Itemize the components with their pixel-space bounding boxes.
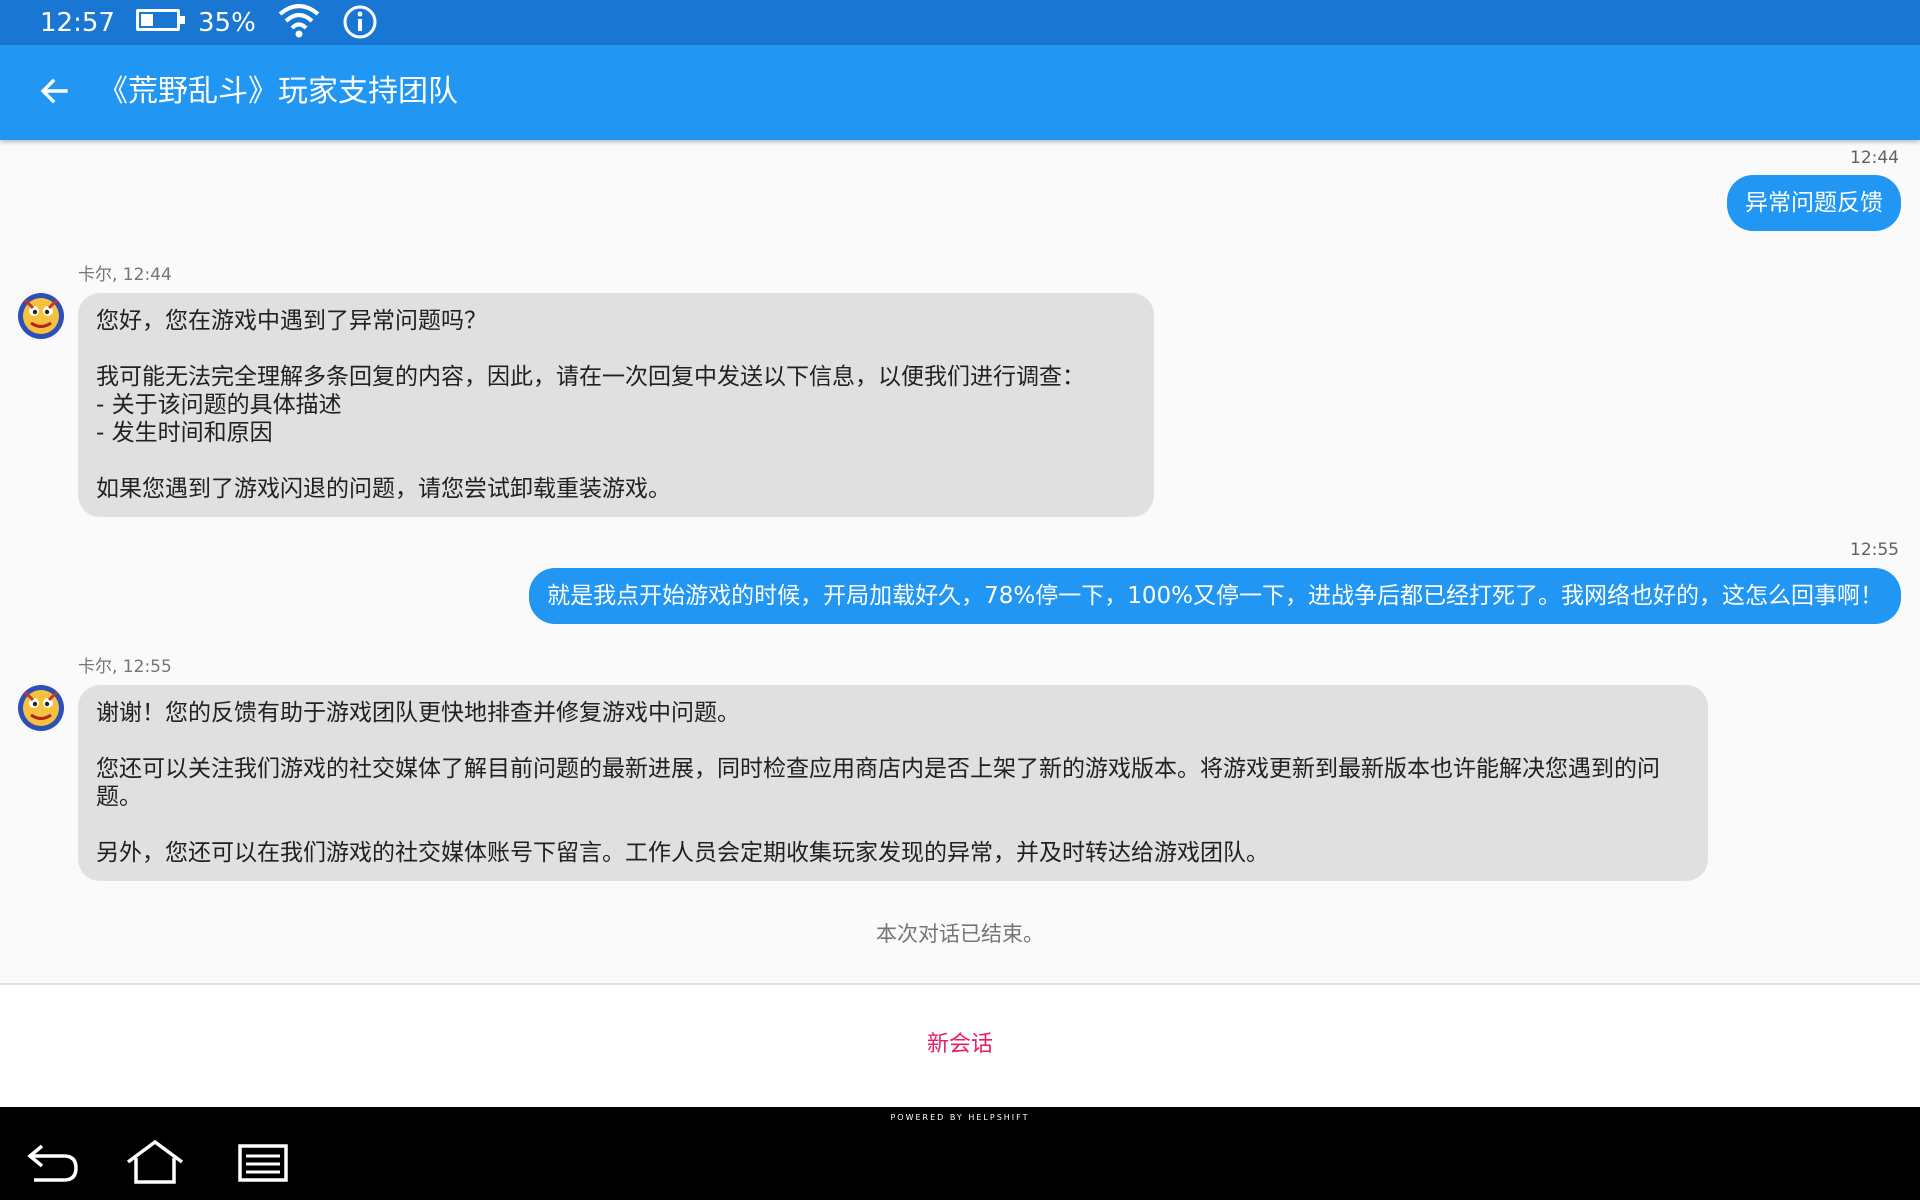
outgoing-message[interactable]: 就是我点开始游戏的时候，开局加载好久，78%停一下，100%又停一下，进战争后都…	[529, 568, 1901, 624]
message-paragraph: 谢谢！您的反馈有助于游戏团队更快地排查并修复游戏中问题。	[96, 700, 740, 726]
status-bar: 12:57 35%	[0, 0, 1920, 45]
message-paragraph: 另外，您还可以在我们游戏的社交媒体账号下留言。工作人员会定期收集玩家发现的异常，…	[96, 840, 1269, 866]
recents-icon[interactable]	[236, 1140, 294, 1184]
sender-label: 卡尔, 12:44	[78, 265, 172, 285]
agent-avatar	[18, 685, 64, 731]
app-bar: 《荒野乱斗》玩家支持团队	[0, 45, 1920, 140]
incoming-message[interactable]: 您好，您在游戏中遇到了异常问题吗？ 我可能无法完全理解多条回复的内容，因此，请在…	[78, 293, 1154, 517]
battery-percent: 35%	[198, 8, 256, 38]
outgoing-message[interactable]: 异常问题反馈	[1727, 175, 1901, 231]
message-paragraph: 我可能无法完全理解多条回复的内容，因此，请在一次回复中发送以下信息，以便我们进行…	[96, 364, 1085, 446]
battery-icon	[136, 9, 185, 31]
incoming-message[interactable]: 谢谢！您的反馈有助于游戏团队更快地排查并修复游戏中问题。 您还可以关注我们游戏的…	[78, 685, 1708, 881]
home-icon[interactable]	[126, 1140, 184, 1184]
info-icon	[343, 5, 377, 39]
new-conversation-button[interactable]: 新会话	[0, 1030, 1920, 1060]
message-time: 12:55	[1850, 540, 1899, 560]
arrow-left-icon[interactable]	[36, 73, 72, 109]
sender-label: 卡尔, 12:55	[78, 657, 172, 677]
page-title: 《荒野乱斗》玩家支持团队	[98, 74, 458, 109]
status-time: 12:57	[40, 8, 115, 38]
agent-avatar	[18, 293, 64, 339]
message-paragraph: 您还可以关注我们游戏的社交媒体了解目前问题的最新进展，同时检查应用商店内是否上架…	[96, 756, 1660, 810]
message-paragraph: 您好，您在游戏中遇到了异常问题吗？	[96, 308, 487, 334]
message-paragraph: 如果您遇到了游戏闪退的问题，请您尝试卸载重装游戏。	[96, 476, 671, 502]
wifi-icon	[278, 4, 320, 38]
back-icon[interactable]	[24, 1140, 82, 1184]
conversation-ended-notice: 本次对话已结束。	[876, 922, 1044, 946]
message-time: 12:44	[1850, 148, 1899, 168]
powered-by-label: POWERED BY HELPSHIFT	[890, 1113, 1030, 1122]
